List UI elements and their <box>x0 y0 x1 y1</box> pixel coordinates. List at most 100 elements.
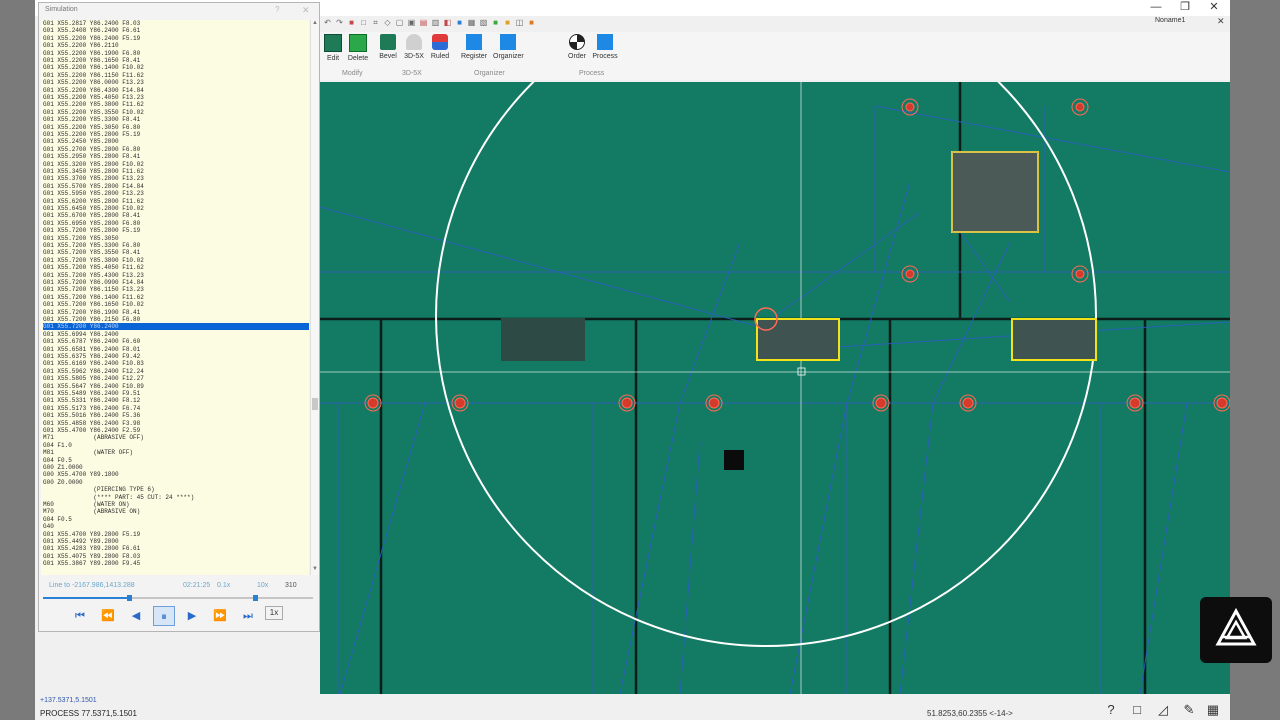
gcode-line[interactable]: G40 <box>43 523 309 530</box>
gcode-line[interactable]: G01 X55.2200 Y86.1150 F11.62 <box>43 72 309 79</box>
gcode-line[interactable]: G04 F1.0 <box>43 442 309 449</box>
toolbar-icon[interactable]: ▧ <box>479 18 488 27</box>
gcode-line[interactable]: M81 (WATER OFF) <box>43 449 309 456</box>
progress-slider[interactable] <box>43 595 313 601</box>
gcode-line[interactable]: G01 X55.4858 Y86.2400 F3.98 <box>43 420 309 427</box>
toolbar-icon[interactable]: ■ <box>455 18 464 27</box>
gcode-line[interactable]: G01 X55.7200 Y85.2800 F5.19 <box>43 227 309 234</box>
gcode-line[interactable]: G01 X55.7200 Y86.1400 F11.62 <box>43 294 309 301</box>
gcode-line[interactable]: G01 X55.5016 Y86.2400 F5.36 <box>43 412 309 419</box>
gcode-line-selected[interactable]: G01 X55.7200 Y86.2400 <box>43 323 309 331</box>
gcode-line[interactable]: G01 X55.2200 Y86.1400 F10.02 <box>43 64 309 71</box>
gcode-line[interactable]: M60 (WATER ON) <box>43 501 309 508</box>
gcode-line[interactable]: G01 X55.3200 Y85.2800 F10.02 <box>43 161 309 168</box>
gcode-line[interactable]: G01 X55.2817 Y86.2400 F8.03 <box>43 20 309 27</box>
grid-icon[interactable]: ▦ <box>1205 702 1221 718</box>
toolbar-icon[interactable]: ▢ <box>395 18 404 27</box>
gcode-line[interactable]: G01 X55.5489 Y86.2400 F9.51 <box>43 390 309 397</box>
gcode-line[interactable]: G01 X55.7200 Y85.4300 F13.23 <box>43 272 309 279</box>
gcode-line[interactable]: G01 X55.6450 Y85.2800 F10.02 <box>43 205 309 212</box>
gcode-line[interactable]: M71 (ABRASIVE OFF) <box>43 434 309 441</box>
gcode-line[interactable]: G00 Z1.0000 <box>43 464 309 471</box>
gcode-line[interactable]: G01 X55.2200 Y85.4050 F13.23 <box>43 94 309 101</box>
gcode-line[interactable]: G01 X55.2200 Y85.3300 F8.41 <box>43 116 309 123</box>
minimize-button[interactable]: — <box>1142 0 1170 15</box>
toolbar-icon[interactable]: ◧ <box>443 18 452 27</box>
document-close-icon[interactable]: ✕ <box>1217 16 1225 27</box>
gcode-line[interactable]: G01 X55.6169 Y86.2400 F10.83 <box>43 360 309 367</box>
toolbar-icon[interactable]: ■ <box>527 18 536 27</box>
gcode-line[interactable]: G01 X55.5700 Y85.2800 F14.84 <box>43 183 309 190</box>
gcode-line[interactable]: G01 X55.5805 Y86.2400 F12.27 <box>43 375 309 382</box>
toolbar-icon[interactable]: ⌗ <box>371 18 380 27</box>
gcode-line[interactable]: G01 X55.2200 Y86.2110 <box>43 42 309 49</box>
gcode-line[interactable]: M70 (ABRASIVE ON) <box>43 508 309 515</box>
gcode-line[interactable]: (**** PART: 45 CUT: 24 ****) <box>43 494 309 501</box>
gcode-line[interactable]: G01 X55.7200 Y86.0900 F14.84 <box>43 279 309 286</box>
delete-button[interactable]: Delete <box>343 34 373 62</box>
process-button[interactable]: Process <box>590 34 620 60</box>
nesting-drawing[interactable] <box>320 82 1230 694</box>
gcode-line[interactable]: G01 X55.7200 Y86.1650 F10.02 <box>43 301 309 308</box>
toolbar-icon[interactable]: ◫ <box>515 18 524 27</box>
gcode-line[interactable]: G01 X55.2950 Y85.2800 F8.41 <box>43 153 309 160</box>
toolbar-icon[interactable]: ▣ <box>407 18 416 27</box>
gcode-line[interactable]: G01 X55.6950 Y85.2800 F6.80 <box>43 220 309 227</box>
gcode-listing[interactable]: G01 X55.2817 Y86.2400 F8.03 G01 X55.2408 … <box>41 20 309 575</box>
skip-to-end-button[interactable]: ⏭ <box>237 606 259 626</box>
gcode-line[interactable]: G01 X55.2408 Y86.2400 F6.61 <box>43 27 309 34</box>
gcode-line[interactable]: G01 X55.7200 Y85.4050 F11.62 <box>43 264 309 271</box>
gcode-line[interactable]: G01 X55.2700 Y85.2800 F6.80 <box>43 146 309 153</box>
gcode-line[interactable]: G01 X55.6375 Y86.2400 F9.42 <box>43 353 309 360</box>
gcode-line[interactable]: G01 X55.7200 Y85.3300 F6.80 <box>43 242 309 249</box>
fast-forward-button[interactable]: ⏩ <box>209 606 231 626</box>
step-back-button[interactable]: ◀ <box>125 606 147 626</box>
order-button[interactable]: Order <box>562 34 592 60</box>
gcode-line[interactable]: G01 X55.2200 Y85.3550 F10.02 <box>43 109 309 116</box>
fast-rewind-button[interactable]: ⏪ <box>97 606 119 626</box>
angle-icon[interactable]: ◿ <box>1155 702 1171 718</box>
simulation-close-icon[interactable]: ✕ <box>302 5 310 16</box>
gcode-line[interactable]: G01 X55.6994 Y86.2400 <box>43 331 309 338</box>
scroll-thumb[interactable] <box>312 398 318 410</box>
play-button[interactable]: ▶ <box>181 606 203 626</box>
gcode-line[interactable]: G01 X55.4283 Y89.2800 F6.61 <box>43 545 309 552</box>
gcode-line[interactable]: G01 X55.2200 Y86.1650 F8.41 <box>43 57 309 64</box>
gcode-line[interactable]: G01 X55.4700 Y86.2400 F2.59 <box>43 427 309 434</box>
restore-button[interactable]: ❐ <box>1171 0 1199 15</box>
gcode-line[interactable]: G01 X55.2200 Y86.2400 F5.19 <box>43 35 309 42</box>
gcode-line[interactable]: G01 X55.5950 Y85.2800 F13.23 <box>43 190 309 197</box>
gcode-line[interactable]: G01 X55.7200 Y86.2150 F6.80 <box>43 316 309 323</box>
rate-button[interactable]: 1x <box>265 606 283 620</box>
pause-button[interactable]: ⏸ <box>153 606 175 626</box>
toolbar-icon[interactable]: ■ <box>491 18 500 27</box>
gcode-line[interactable]: G01 X55.2200 Y85.3800 F11.62 <box>43 101 309 108</box>
gcode-line[interactable]: G01 X55.2200 Y86.1900 F6.80 <box>43 50 309 57</box>
gcode-line[interactable]: G01 X55.3450 Y85.2800 F11.62 <box>43 168 309 175</box>
gcode-line[interactable]: G01 X55.3867 Y89.2800 F9.45 <box>43 560 309 567</box>
organizer-button[interactable]: Organizer <box>493 34 524 60</box>
register-button[interactable]: Register <box>459 34 489 60</box>
scroll-down-icon[interactable]: ▼ <box>311 566 319 574</box>
drawing-canvas[interactable] <box>320 82 1230 694</box>
gcode-line[interactable]: G01 X55.6581 Y86.2400 F8.01 <box>43 346 309 353</box>
redo-icon[interactable]: ↷ <box>335 18 344 27</box>
gcode-line[interactable]: G01 X55.2200 Y85.2800 F5.19 <box>43 131 309 138</box>
toolbar-icon[interactable]: ◇ <box>383 18 392 27</box>
gcode-line[interactable]: G01 X55.4075 Y89.2800 F8.03 <box>43 553 309 560</box>
toolbar-icon[interactable]: □ <box>359 18 368 27</box>
gcode-line[interactable]: G01 X55.6700 Y85.2800 F8.41 <box>43 212 309 219</box>
undo-icon[interactable]: ↶ <box>323 18 332 27</box>
gcode-line[interactable]: G01 X55.4700 Y89.2800 F5.19 <box>43 531 309 538</box>
pen-icon[interactable]: ✎ <box>1181 702 1197 718</box>
gcode-line[interactable]: G01 X55.2200 Y86.4300 F14.84 <box>43 87 309 94</box>
gcode-line[interactable]: G01 X55.6787 Y86.2400 F6.60 <box>43 338 309 345</box>
scroll-up-icon[interactable]: ▲ <box>311 20 319 28</box>
ruled-button[interactable]: Ruled <box>425 34 455 60</box>
gcode-line[interactable]: G01 X55.4492 Y89.2800 <box>43 538 309 545</box>
gcode-line[interactable]: G04 F0.5 <box>43 516 309 523</box>
toolbar-icon[interactable]: ■ <box>503 18 512 27</box>
toolbar-icon[interactable]: ■ <box>347 18 356 27</box>
gcode-line[interactable]: G00 Z0.0000 <box>43 479 309 486</box>
gcode-line[interactable]: G01 X55.7200 Y86.1150 F13.23 <box>43 286 309 293</box>
